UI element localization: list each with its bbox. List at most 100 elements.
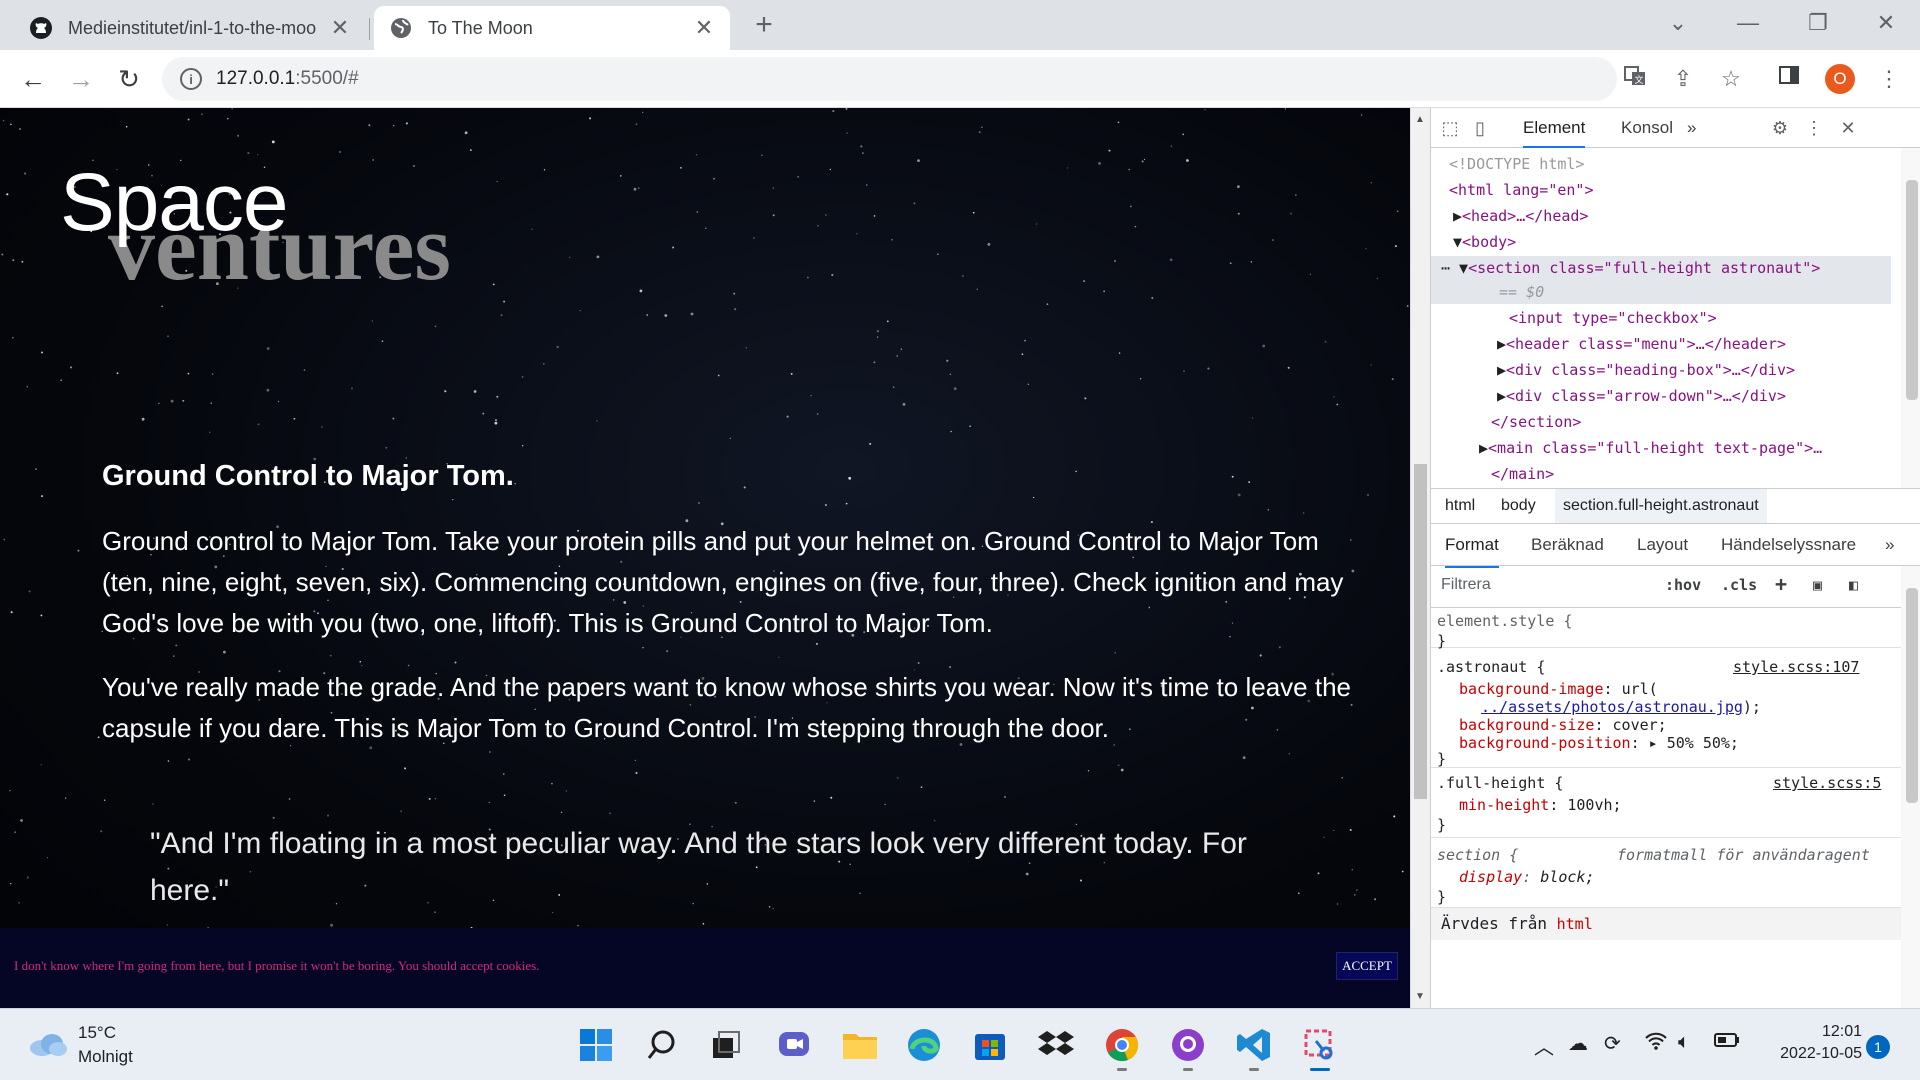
dom-node-selected[interactable]: ⋯ ▼<section class="full-height astronaut… xyxy=(1441,256,1820,280)
file-explorer-icon[interactable] xyxy=(840,1025,880,1065)
inherited-tag-link[interactable]: html xyxy=(1557,915,1593,933)
new-tab-button[interactable]: + xyxy=(748,8,780,42)
snipping-tool-icon[interactable] xyxy=(1300,1025,1340,1071)
bookmark-star-icon[interactable]: ☆ xyxy=(1716,64,1746,94)
dom-node[interactable]: <!DOCTYPE html> xyxy=(1449,152,1584,176)
hover-state-toggle[interactable]: :hov xyxy=(1665,576,1701,594)
dropbox-icon[interactable] xyxy=(1036,1025,1076,1065)
star xyxy=(60,379,62,381)
star xyxy=(40,614,43,617)
volume-icon[interactable]: 🔈︎ xyxy=(1678,1031,1690,1054)
dom-node[interactable]: <html lang="en"> xyxy=(1449,178,1594,202)
page-scrollbar[interactable]: ▲ ▼ xyxy=(1410,108,1430,1008)
notification-badge[interactable]: 1 xyxy=(1866,1035,1890,1059)
task-view-icon[interactable] xyxy=(706,1025,746,1065)
address-bar[interactable]: i 127.0.0.1:5500/# xyxy=(162,57,1617,101)
styles-scrollbar[interactable] xyxy=(1901,566,1920,1008)
edge-browser-icon[interactable] xyxy=(904,1025,944,1065)
filter-input[interactable]: Filtrera xyxy=(1441,576,1491,594)
dom-node[interactable]: ▼<body> xyxy=(1453,230,1516,254)
menu-kebab-icon[interactable]: ⋮ xyxy=(1874,64,1904,94)
breadcrumb-body[interactable]: body xyxy=(1501,489,1536,523)
site-info-icon[interactable]: i xyxy=(180,68,202,90)
chat-icon[interactable] xyxy=(774,1025,814,1065)
rule-selector[interactable]: .astronaut { xyxy=(1437,656,1545,678)
share-icon[interactable]: ⇪ xyxy=(1668,64,1698,94)
breadcrumb-html[interactable]: html xyxy=(1445,489,1475,523)
close-icon[interactable]: ✕ xyxy=(692,15,716,41)
tab-styles[interactable]: Format xyxy=(1445,524,1499,568)
tab-computed[interactable]: Beräknad xyxy=(1531,524,1604,566)
wifi-icon[interactable] xyxy=(1644,1031,1668,1057)
scrollbar-thumb[interactable] xyxy=(1414,464,1427,799)
dom-node[interactable]: <input type="checkbox"> xyxy=(1509,306,1717,330)
tab-search-icon[interactable]: ⌄ xyxy=(1658,8,1698,38)
rule-source-link[interactable]: style.scss:5 xyxy=(1773,772,1881,794)
accept-cookies-button[interactable]: ACCEPT xyxy=(1336,952,1398,980)
scroll-up-icon[interactable]: ▲ xyxy=(1415,114,1425,125)
svg-text:文: 文 xyxy=(1635,74,1644,86)
rule-element-style: element.style { } xyxy=(1431,608,1901,650)
scrollbar-thumb[interactable] xyxy=(1906,180,1918,400)
dom-node[interactable]: ▶<div class="arrow-down">…</div> xyxy=(1497,384,1786,408)
dom-node[interactable]: ▶<head>…</head> xyxy=(1453,204,1588,228)
scrollbar-thumb[interactable] xyxy=(1906,588,1918,803)
hidden-icons-chevron-icon[interactable]: ︿ xyxy=(1534,1031,1554,1060)
device-toolbar-icon[interactable]: ▯ xyxy=(1467,116,1493,140)
rule-selector[interactable]: section { xyxy=(1437,844,1518,866)
dom-node[interactable]: </main> xyxy=(1491,462,1554,486)
forward-icon[interactable]: → xyxy=(64,62,98,96)
onedrive-cloud-icon[interactable]: ☁ xyxy=(1568,1031,1588,1056)
microsoft-store-icon[interactable] xyxy=(970,1025,1010,1065)
devtools-menu-icon[interactable]: ⋮ xyxy=(1801,116,1827,140)
url-text[interactable]: 127.0.0.1:5500/# xyxy=(216,68,359,90)
minimize-icon[interactable]: — xyxy=(1728,8,1768,38)
search-icon[interactable] xyxy=(642,1025,682,1065)
weather-widget[interactable]: 15°C Molnigt xyxy=(28,1023,133,1067)
tab-github[interactable]: Medieinstitutet/inl-1-to-the-moo ✕ xyxy=(14,6,366,50)
star xyxy=(1139,378,1142,380)
css-declaration[interactable]: background-position: ▸ 50% 50%; xyxy=(1459,732,1739,754)
css-declaration[interactable]: min-height: 100vh; xyxy=(1459,794,1622,816)
settings-gear-icon[interactable]: ⚙ xyxy=(1767,116,1793,140)
close-devtools-icon[interactable]: ✕ xyxy=(1835,116,1861,140)
window-close-icon[interactable]: ✕ xyxy=(1866,8,1906,38)
chrome-browser-icon[interactable] xyxy=(1102,1025,1142,1071)
inspect-element-icon[interactable]: ⬚ xyxy=(1437,116,1463,140)
back-icon[interactable]: ← xyxy=(16,62,50,96)
close-icon[interactable]: ✕ xyxy=(328,15,352,41)
rule-source-link[interactable]: style.scss:107 xyxy=(1733,656,1859,678)
scroll-down-icon[interactable]: ▼ xyxy=(1415,991,1425,1002)
sync-icon[interactable]: ⟳ xyxy=(1604,1031,1621,1056)
new-rule-icon[interactable]: + xyxy=(1775,572,1787,596)
restore-icon[interactable]: ❐ xyxy=(1798,8,1838,38)
side-panel-icon[interactable] xyxy=(1774,64,1804,94)
battery-icon[interactable] xyxy=(1714,1031,1740,1054)
tab-to-the-moon[interactable]: To The Moon ✕ xyxy=(374,6,730,50)
dom-node[interactable]: ▶<div class="heading-box">…</div> xyxy=(1497,358,1795,382)
rule-selector[interactable]: .full-height { xyxy=(1437,772,1563,794)
tab-console[interactable]: Konsol xyxy=(1621,108,1673,148)
dom-node[interactable]: ▶<main class="full-height text-page">… xyxy=(1479,436,1822,460)
tab-elements[interactable]: Element xyxy=(1523,108,1586,148)
dom-scrollbar[interactable] xyxy=(1901,148,1920,488)
css-declaration[interactable]: display: block; xyxy=(1459,866,1594,888)
dom-node[interactable]: </section> xyxy=(1491,410,1581,434)
more-tabs-icon[interactable]: » xyxy=(1885,524,1894,566)
more-tabs-icon[interactable]: » xyxy=(1687,108,1696,148)
tab-event-listeners[interactable]: Händelselyssnare xyxy=(1721,524,1856,566)
profile-avatar[interactable]: O xyxy=(1825,64,1855,94)
rendering-emulation-icon[interactable]: ▣ xyxy=(1813,576,1822,594)
breadcrumb-section[interactable]: section.full-height.astronaut xyxy=(1555,489,1767,523)
rule-selector[interactable]: element.style { xyxy=(1437,610,1572,632)
reload-icon[interactable]: ↻ xyxy=(112,62,146,96)
dom-node[interactable]: ▶<header class="menu">…</header> xyxy=(1497,332,1786,356)
github-desktop-icon[interactable] xyxy=(1168,1025,1208,1071)
vscode-icon[interactable] xyxy=(1234,1025,1274,1071)
toggle-sidebar-icon[interactable]: ◧ xyxy=(1849,576,1858,594)
translate-icon[interactable]: 文 xyxy=(1620,64,1650,94)
windows-start-icon[interactable] xyxy=(576,1025,616,1065)
tab-layout[interactable]: Layout xyxy=(1637,524,1688,566)
system-clock[interactable]: 12:01 2022-10-05 xyxy=(1762,1021,1862,1065)
class-toggle[interactable]: .cls xyxy=(1721,576,1757,594)
